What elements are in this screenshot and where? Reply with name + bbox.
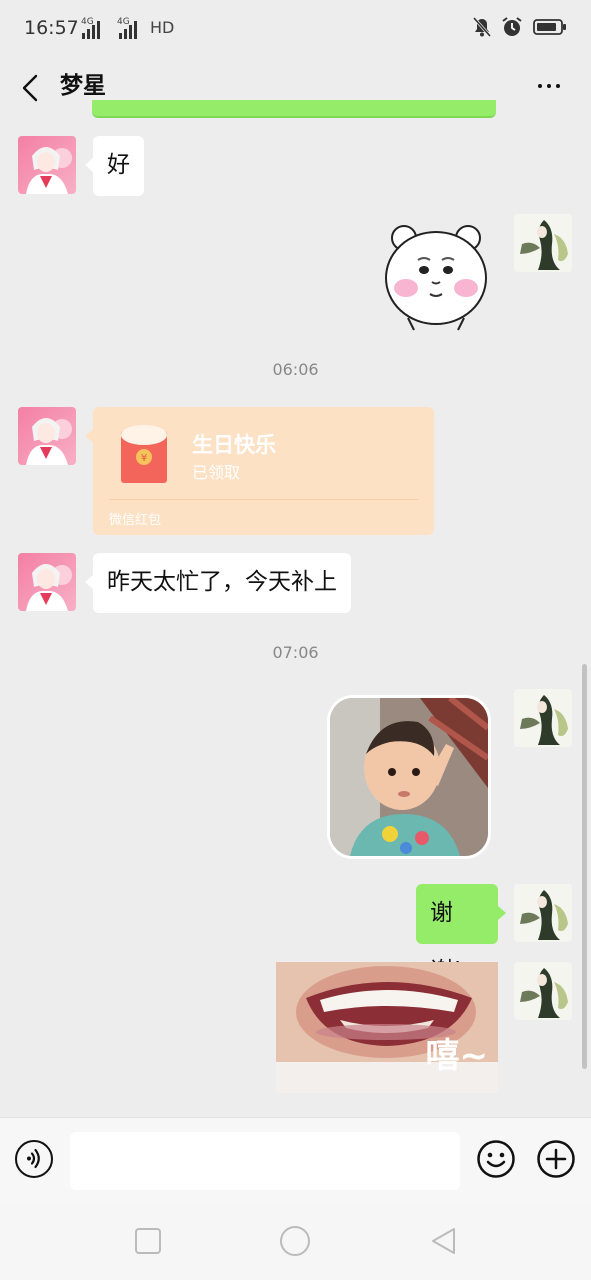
my-avatar[interactable]	[514, 884, 572, 942]
anime-avatar-image	[514, 689, 572, 747]
more-dots-icon	[538, 84, 542, 88]
status-bar: 16:57 4G 4G HD	[0, 0, 591, 60]
bear-sticker[interactable]	[384, 220, 488, 332]
contact-avatar[interactable]	[18, 136, 76, 194]
message-input[interactable]	[70, 1132, 460, 1190]
signal-strength-icon-1	[82, 21, 100, 39]
red-envelope-icon: ¥	[121, 425, 167, 483]
more-functions-button[interactable]	[537, 1140, 575, 1178]
svg-text:¥: ¥	[141, 453, 147, 464]
anime-avatar-image	[514, 884, 572, 942]
sticker-caption: 嘻~	[425, 1036, 489, 1076]
voice-button[interactable]	[15, 1140, 53, 1178]
voice-icon	[27, 1148, 40, 1169]
message-bubble-incoming[interactable]: 昨天太忙了，今天补上	[85, 553, 351, 613]
system-navigation-bar	[0, 1203, 591, 1280]
triangle-back-icon	[432, 1228, 455, 1254]
timestamp: 07:06	[272, 643, 319, 662]
chevron-left-icon	[22, 74, 38, 102]
circle-home-icon	[280, 1226, 310, 1256]
red-packet-footer: 微信红包	[109, 513, 162, 528]
alarm-icon	[502, 17, 522, 36]
mute-icon	[473, 17, 491, 37]
my-avatar[interactable]	[514, 962, 572, 1020]
plus-icon	[537, 1140, 575, 1178]
emoji-icon	[477, 1140, 515, 1178]
divider	[109, 499, 418, 500]
hd-label: HD	[150, 18, 175, 37]
my-avatar[interactable]	[514, 214, 572, 272]
timestamp: 06:06	[272, 360, 319, 379]
more-button[interactable]	[529, 66, 569, 106]
red-packet-title: 生日快乐	[192, 433, 276, 457]
anime-avatar-image	[514, 214, 572, 272]
bear-face-sticker-image	[385, 225, 487, 331]
anime-avatar-image	[26, 147, 72, 194]
partial-message-bubble[interactable]	[92, 100, 496, 118]
anime-avatar-image	[514, 962, 572, 1020]
signal-strength-icon-2	[119, 21, 137, 39]
emoji-button[interactable]	[477, 1140, 515, 1178]
contact-avatar[interactable]	[18, 553, 76, 611]
status-time: 16:57	[24, 17, 79, 39]
battery-icon	[533, 19, 566, 35]
back-button[interactable]	[16, 66, 48, 110]
square-recents-icon	[135, 1228, 161, 1254]
recents-button[interactable]	[132, 1225, 164, 1257]
system-back-button[interactable]	[428, 1225, 460, 1257]
smile-sticker[interactable]: 嘻~	[276, 962, 498, 1093]
red-packet-status: 已领取	[192, 463, 241, 482]
home-button[interactable]	[279, 1225, 311, 1257]
message-bubble-outgoing[interactable]: 谢谢!	[416, 884, 506, 984]
status-icons	[473, 16, 567, 38]
anime-avatar-image	[26, 418, 72, 465]
my-avatar[interactable]	[514, 689, 572, 747]
chat-scrollbar[interactable]	[582, 664, 587, 1069]
baby-wave-sticker[interactable]	[327, 695, 491, 859]
baby-waving-image	[330, 698, 488, 856]
red-packet-card[interactable]: ¥ 生日快乐 已领取 微信红包	[85, 407, 434, 535]
input-bar	[0, 1117, 591, 1204]
message-bubble-incoming[interactable]: 好	[85, 136, 144, 196]
anime-avatar-image	[26, 564, 72, 611]
contact-avatar[interactable]	[18, 407, 76, 465]
